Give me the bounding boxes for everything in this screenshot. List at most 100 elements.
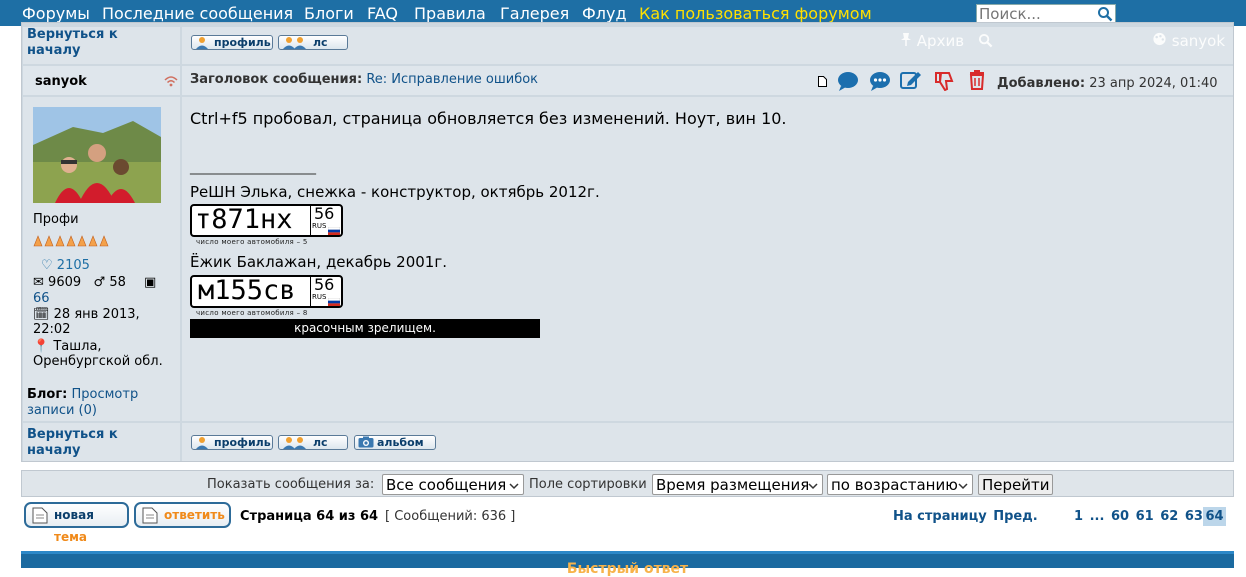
messages-count[interactable]: 9609 <box>48 275 81 290</box>
added-label: Добавлено: <box>997 76 1086 91</box>
page-ellipsis: ... <box>1089 509 1105 524</box>
page-info: Страница 64 из 64 <box>240 509 379 524</box>
reg-date-line: 🗓 28 янв 2013, 22:02 <box>33 307 153 337</box>
show-posts-select[interactable]: Все сообщения <box>382 474 524 495</box>
quote-bubble-icon[interactable] <box>837 71 859 95</box>
sort-order-value: по возрастанию <box>831 476 958 494</box>
nav-blogs[interactable]: Блоги <box>304 4 354 23</box>
page-link-62[interactable]: 62 <box>1160 509 1178 524</box>
magnifier-icon[interactable] <box>978 33 993 52</box>
sort-field-value: Время размещения <box>656 476 810 494</box>
post-doc-icon[interactable] <box>818 76 827 91</box>
blog-label: Блог: <box>27 387 68 402</box>
profile-button-label: профиль <box>214 36 271 49</box>
subject-label: Заголовок сообщения: <box>190 72 363 87</box>
post-body: Ctrl+f5 пробовал, страница обновляется б… <box>190 109 787 128</box>
pm-button-label: лс <box>313 436 328 449</box>
nav-recent-posts[interactable]: Последние сообщения <box>102 4 293 23</box>
post-subject-line: Заголовок сообщения: Re: Исправление оши… <box>190 72 538 87</box>
russian-flag-icon <box>327 295 341 306</box>
sort-order-select[interactable]: по возрастанию <box>827 474 973 495</box>
archive-link[interactable]: Архив <box>900 32 964 50</box>
plate-2-rus: RUS <box>312 293 327 301</box>
signature-line-1: РеШН Элька, снежка - конструктор, октябр… <box>190 183 600 201</box>
blog-line: Блог: Просмотр записи (0) <box>27 387 167 419</box>
sort-field-select[interactable]: Время размещения <box>652 474 823 495</box>
album-button[interactable]: альбом <box>354 435 436 450</box>
user-faded-label: sanyok <box>1171 32 1226 50</box>
plate-1-number: т871нх <box>195 204 293 235</box>
online-signal-icon <box>164 75 178 91</box>
profile-cell: Профи ♡ 2105 ✉ 9609 ♂ 58 ▣ 66 🗓 28 янв 2… <box>23 97 180 421</box>
pm-button-label: лс <box>313 36 328 49</box>
quick-reply-title[interactable]: Быстрый ответ <box>21 561 1234 577</box>
back-to-top-link-bottom[interactable]: Вернуться к началу <box>27 427 147 459</box>
new-topic-label-1: новая <box>54 508 94 522</box>
post-body-cell: Ctrl+f5 пробовал, страница обновляется б… <box>182 97 1233 421</box>
users-icon <box>282 36 308 53</box>
stats-line: ✉ 9609 ♂ 58 ▣ <box>33 275 156 290</box>
post-author[interactable]: sanyok <box>35 74 87 89</box>
posts-count: [ Сообщений: 636 ] <box>385 509 516 524</box>
plate-1-caption: число моего автомобиля – 5 <box>196 238 308 246</box>
show-posts-label: Показать сообщения за: <box>207 477 375 492</box>
goto-page-label: На страницу <box>893 509 987 524</box>
nav-flood[interactable]: Флуд <box>582 4 627 23</box>
male-icon: ♂ <box>93 275 106 290</box>
pagination: На страницу Пред. <box>893 509 1038 524</box>
license-plate-1: т871нх 56 RUS число моего автомобиля – 5 <box>190 204 345 250</box>
nav-rules[interactable]: Правила <box>414 4 486 23</box>
sort-bar: Показать сообщения за: Все сообщения Пол… <box>21 470 1234 497</box>
prev-page-link[interactable]: Пред. <box>993 509 1037 524</box>
current-page: 64 <box>1203 507 1226 526</box>
palette-icon <box>1153 32 1166 46</box>
calendar-icon: 🗓 <box>33 307 50 322</box>
edit-icon[interactable] <box>900 70 922 94</box>
nav-howto[interactable]: Как пользоваться форумом <box>639 4 872 23</box>
camera-icon <box>358 436 374 451</box>
delete-icon[interactable] <box>968 70 986 94</box>
back-to-top-link[interactable]: Вернуться к началу <box>27 27 147 59</box>
comment-bubble-icon[interactable] <box>869 71 891 95</box>
user-icon <box>195 36 209 53</box>
location: Ташла, Оренбургской обл. <box>33 339 163 369</box>
page-link-61[interactable]: 61 <box>1136 509 1154 524</box>
bottom-actions-cell: профиль лс альбом <box>182 423 1233 461</box>
nav-forums[interactable]: Форумы <box>22 4 90 23</box>
new-topic-button[interactable]: новая тема <box>24 502 129 544</box>
pm-button-bottom[interactable]: лс <box>278 435 348 450</box>
document-icon <box>142 507 158 531</box>
nav-faq[interactable]: FAQ <box>367 4 398 23</box>
document-icon <box>32 507 48 531</box>
photos-count[interactable]: 66 <box>33 291 50 306</box>
user-rank: Профи <box>33 212 79 227</box>
page-link-1[interactable]: 1 <box>1074 509 1083 524</box>
thumbs-down-icon[interactable] <box>934 71 954 95</box>
user-icon <box>195 436 209 453</box>
signature-line-2: Ёжик Баклажан, декабрь 2001г. <box>190 253 447 271</box>
sort-field-label: Поле сортировки <box>529 477 647 492</box>
back-to-top-cell-bottom: Вернуться к началу <box>23 423 180 461</box>
reply-button[interactable]: ответить <box>134 502 231 528</box>
post-subject-link[interactable]: Re: Исправление ошибок <box>366 72 538 87</box>
profile-button-bottom[interactable]: профиль <box>191 435 273 450</box>
new-topic-label-2: тема <box>54 530 87 544</box>
post-header-cell: Заголовок сообщения: Re: Исправление оши… <box>182 66 1233 95</box>
archive-label: Архив <box>916 32 965 50</box>
envelope-icon: ✉ <box>33 275 44 290</box>
pm-button-top[interactable]: лс <box>278 35 348 50</box>
profile-button-label: профиль <box>214 436 271 449</box>
avatar[interactable] <box>33 107 161 203</box>
go-button[interactable]: Перейти <box>978 474 1053 495</box>
page-link-60[interactable]: 60 <box>1111 509 1129 524</box>
user-faded-link[interactable]: sanyok <box>1152 32 1225 50</box>
search-input[interactable] <box>977 5 1101 23</box>
plate-2-caption: число моего автомобиля – 8 <box>196 309 308 317</box>
page-link-63[interactable]: 63 <box>1185 509 1203 524</box>
nav-gallery[interactable]: Галерея <box>500 4 569 23</box>
profile-button-top[interactable]: профиль <box>191 35 273 50</box>
plate-1-rus: RUS <box>312 222 327 230</box>
post-date: 23 апр 2024, 01:40 <box>1089 76 1218 91</box>
back-to-top-cell: Вернуться к началу <box>23 27 180 64</box>
quick-reply-header: Быстрый ответ <box>21 551 1234 577</box>
